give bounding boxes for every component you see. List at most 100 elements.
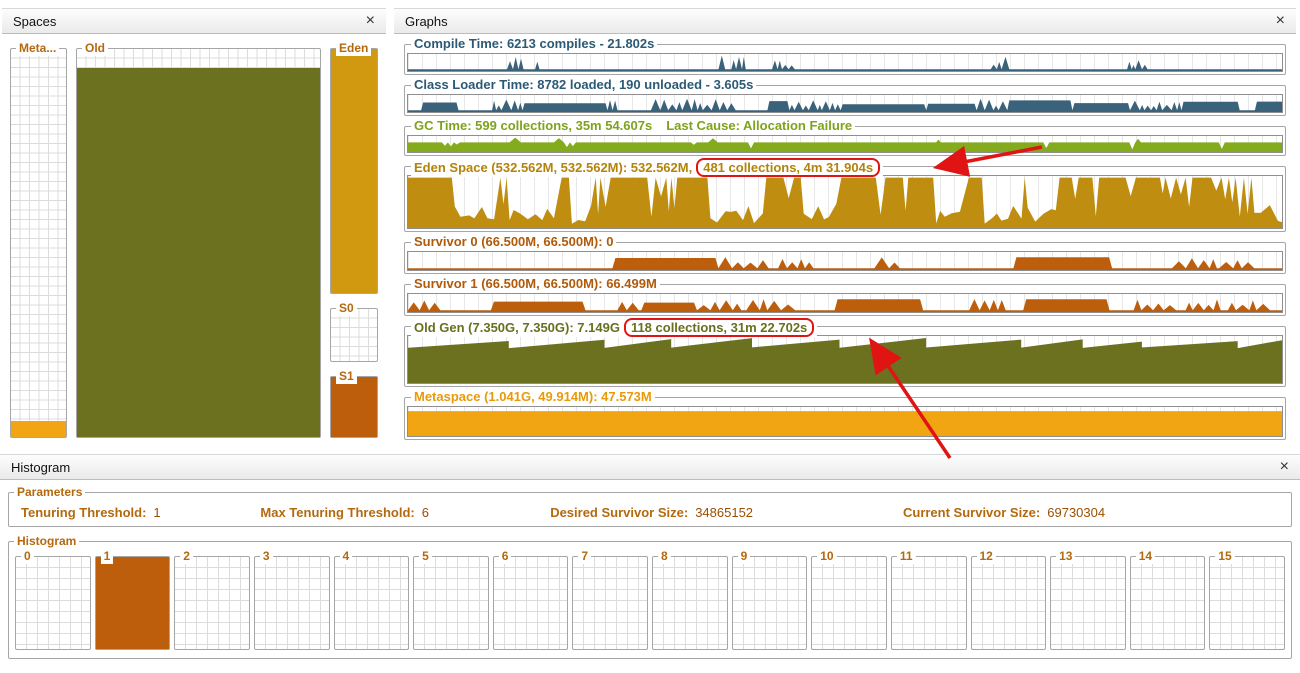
graph-row-metaspace: Metaspace (1.041G, 49.914M): 47.573M <box>404 389 1286 440</box>
histogram-bin-label: 10 <box>817 549 837 564</box>
histogram-close-icon[interactable]: × <box>1280 459 1289 475</box>
graph-row-eden-space: Eden Space (532.562M, 532.562M): 532.562… <box>404 158 1286 232</box>
histogram-bin-label: 4 <box>339 549 353 564</box>
parameter-item: Current Survivor Size: 69730304 <box>903 505 1281 520</box>
survivor0-space-label: S0 <box>336 301 357 316</box>
eden-space-label: Eden <box>336 41 372 56</box>
old-space-box: Old <box>76 41 321 438</box>
graphs-close-icon[interactable]: × <box>1276 13 1285 29</box>
grid-pattern <box>175 557 249 649</box>
histogram-bin-6: 6 <box>492 549 569 650</box>
eden-space-fill <box>331 49 377 293</box>
graph-title-classloader-time: Class Loader Time: 8782 loaded, 190 unlo… <box>411 77 757 92</box>
survivor1-space-label: S1 <box>336 369 357 384</box>
grid-pattern <box>254 557 329 649</box>
histogram-title: Histogram <box>11 459 71 475</box>
parameter-value: 69730304 <box>1047 505 1106 520</box>
histogram-bin-label: 3 <box>259 549 273 564</box>
graph-strip-survivor-1 <box>407 293 1283 313</box>
graph-title-text: Class Loader Time: 8782 loaded, 190 unlo… <box>414 77 754 92</box>
spaces-titlebar: Spaces × <box>2 8 386 34</box>
histogram-bin-5: 5 <box>413 549 489 650</box>
grid-pattern <box>1051 557 1125 649</box>
graph-title-text: Metaspace (1.041G, 49.914M): 47.573M <box>414 389 652 404</box>
graphs-title: Graphs <box>405 13 448 29</box>
graphs-titlebar: Graphs × <box>394 8 1296 34</box>
graph-row-survivor-1: Survivor 1 (66.500M, 66.500M): 66.499M <box>404 276 1286 316</box>
histogram-bin-13: 13 <box>1050 549 1126 650</box>
grid-pattern <box>971 557 1046 649</box>
survivor1-space-fill <box>331 377 377 437</box>
grid-pattern <box>334 557 409 649</box>
histogram-bin-label: 0 <box>21 549 34 564</box>
histogram-bin-2: 2 <box>174 549 250 650</box>
grid-pattern <box>11 49 66 437</box>
grid-pattern <box>812 557 886 649</box>
graph-strip-compile-time <box>407 53 1283 72</box>
graph-area-eden-space <box>408 177 1282 228</box>
parameter-value: 6 <box>421 505 429 520</box>
histogram-bin-label: 14 <box>1135 549 1156 564</box>
parameter-label: Tenuring Threshold: <box>21 505 147 520</box>
graph-title-text: Survivor 0 (66.500M, 66.500M): 0 <box>414 234 614 249</box>
graph-title-survivor-0: Survivor 0 (66.500M, 66.500M): 0 <box>411 234 617 249</box>
graph-area-classloader-time <box>408 98 1282 112</box>
spaces-close-icon[interactable]: × <box>366 13 375 29</box>
grid-pattern <box>331 309 377 361</box>
histogram-bin-label: 9 <box>737 549 751 564</box>
parameters-box: Parameters Tenuring Threshold: 1 Max Tenur… <box>8 485 1292 527</box>
annotation-red-box-eden-space: 481 collections, 4m 31.904s <box>696 158 881 177</box>
histogram-bin-9: 9 <box>731 549 808 650</box>
survivor1-space-box: S1 <box>330 369 378 438</box>
histogram-bin-label: 13 <box>1056 549 1076 564</box>
graph-title-metaspace: Metaspace (1.041G, 49.914M): 47.573M <box>411 389 655 404</box>
graph-area-survivor-0 <box>408 257 1282 270</box>
histogram-bin-label: 6 <box>498 549 512 564</box>
grid-pattern <box>414 557 488 649</box>
graph-row-gc-time: GC Time: 599 collections, 35m 54.607s Las… <box>404 118 1286 156</box>
histogram-bin-label: 2 <box>180 549 193 564</box>
graph-area-survivor-1 <box>408 299 1282 312</box>
parameter-label: Max Tenuring Threshold: <box>260 505 415 520</box>
parameter-label: Current Survivor Size: <box>902 505 1041 520</box>
parameter-item: Max Tenuring Threshold: 6 <box>260 505 550 520</box>
graphs-content: Compile Time: 6213 compiles - 21.802s Cla… <box>394 34 1296 448</box>
graph-area-compile-time <box>408 55 1282 71</box>
graph-title-suffix: Last Cause: Allocation Failure <box>666 118 853 133</box>
spaces-content: Meta... Old Eden S0 S1 <box>2 34 386 448</box>
graph-title-text: Compile Time: 6213 compiles - 21.802s <box>414 36 655 51</box>
parameter-value: 1 <box>153 505 161 520</box>
histogram-bin-3: 3 <box>253 549 330 650</box>
histogram-bin-1: 1 <box>94 549 171 650</box>
graph-strip-eden-space <box>407 175 1283 229</box>
graph-title-compile-time: Compile Time: 6213 compiles - 21.802s <box>411 36 658 51</box>
graph-area-old-gen <box>408 338 1282 383</box>
graph-title-text: Eden Space (532.562M, 532.562M): 532.562… <box>414 160 693 175</box>
histogram-bin-label: 1 <box>100 549 114 564</box>
graphs-panel: Graphs × Compile Time: 6213 compiles - 2… <box>394 8 1296 448</box>
grid-pattern <box>573 557 647 649</box>
metaspace-space-fill <box>11 421 66 437</box>
old-space-fill <box>77 68 320 437</box>
graph-area-gc-time <box>408 137 1282 152</box>
spaces-panel: Spaces × Meta... Old Eden S0 S1 <box>2 8 386 448</box>
eden-space-box: Eden <box>330 41 378 294</box>
histogram-box: Histogram 0 1 2 3 4 5 6 7 8 9 10 11 12 13 14 15 <box>8 534 1292 659</box>
old-space-label: Old <box>82 41 108 56</box>
grid-pattern <box>493 557 568 649</box>
spaces-title: Spaces <box>13 13 57 29</box>
graph-area-metaspace <box>408 411 1282 436</box>
grid-pattern <box>653 557 727 649</box>
histogram-bin-label: 12 <box>976 549 996 564</box>
grid-pattern <box>891 557 966 649</box>
histogram-bin-label: 7 <box>578 549 592 564</box>
histogram-bin-0: 0 <box>15 549 91 650</box>
graph-title-eden-space: Eden Space (532.562M, 532.562M): 532.562… <box>411 158 884 177</box>
graph-strip-survivor-0 <box>407 251 1283 271</box>
grid-pattern <box>1130 557 1205 649</box>
graph-row-survivor-0: Survivor 0 (66.500M, 66.500M): 0 <box>404 234 1286 274</box>
histogram-bin-12: 12 <box>970 549 1047 650</box>
histogram-bin-11: 11 <box>890 549 967 650</box>
histogram-bin-label: 11 <box>896 549 916 564</box>
graph-strip-old-gen <box>407 335 1283 384</box>
